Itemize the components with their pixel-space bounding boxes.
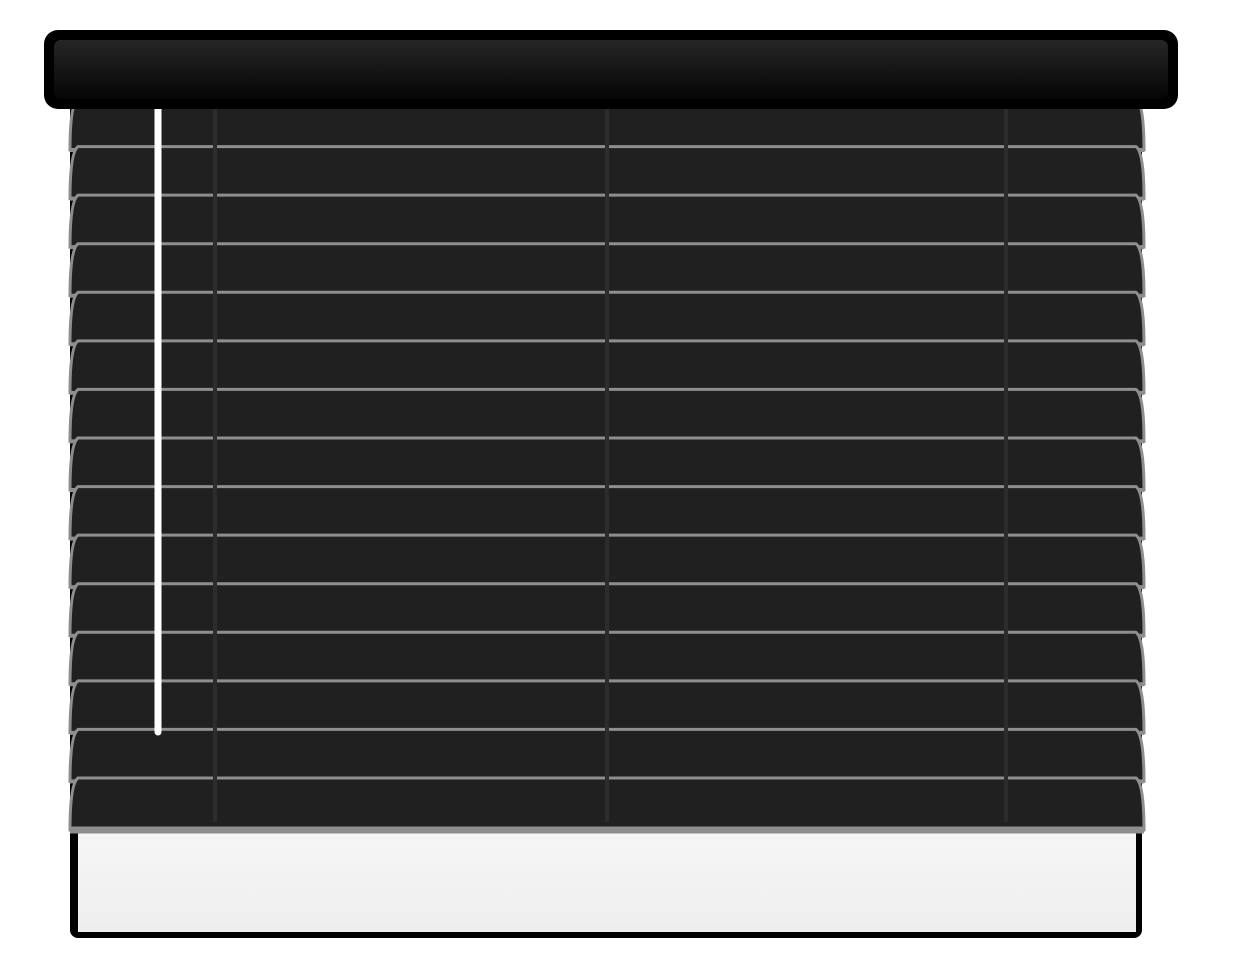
window-glass [78,828,1136,932]
window-blinds-illustration [0,0,1233,975]
headrail-face [54,40,1168,99]
window-blinds-icon [44,30,1178,938]
